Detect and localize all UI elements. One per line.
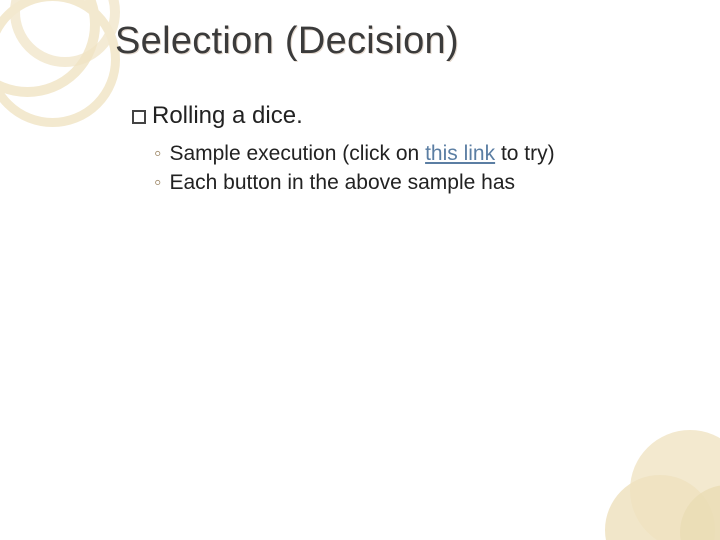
bullet-level1: Rolling a dice.: [132, 100, 660, 132]
circle-bullet-icon: ◦: [154, 140, 161, 168]
list-item-text: Sample execution (click on this link to …: [169, 140, 554, 168]
slide-title: Selection (Decision): [115, 20, 459, 63]
square-bullet-icon: [132, 110, 146, 124]
slide-body: Rolling a dice. ◦ Sample execution (clic…: [132, 100, 660, 197]
text-fragment: to try): [495, 142, 555, 165]
text-fragment: Each button in the above sample has: [169, 171, 515, 194]
bullet-level2-group: ◦ Sample execution (click on this link t…: [154, 140, 660, 197]
list-item-text: Each button in the above sample has: [169, 169, 515, 197]
list-item: ◦ Sample execution (click on this link t…: [154, 140, 660, 168]
slide: Selection (Decision) Rolling a dice. ◦ S…: [0, 0, 720, 540]
level1-text: Rolling a dice.: [152, 102, 303, 129]
circle-bullet-icon: ◦: [154, 169, 161, 197]
sample-link[interactable]: this link: [425, 142, 495, 165]
text-fragment: Sample execution (click on: [169, 142, 425, 165]
list-item: ◦ Each button in the above sample has: [154, 169, 660, 197]
corner-decoration-bottom-right: [560, 380, 720, 540]
